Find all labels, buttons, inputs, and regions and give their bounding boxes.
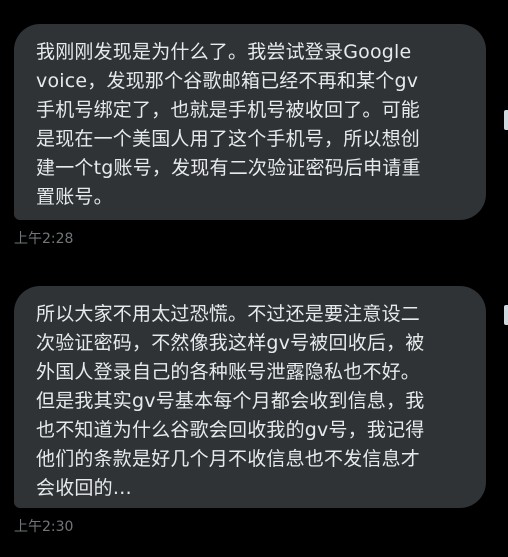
message-text-line: 但是我其实gv号基本每个月都会收到信息，我 <box>36 390 425 412</box>
conversation-view: 我刚刚发现是为什么了。我尝试登录Google voice，发现那个谷歌邮箱已经不… <box>0 0 508 557</box>
message-timestamp: 上午2:28 <box>14 231 74 247</box>
message-text-line: voice，发现那个谷歌邮箱已经不再和某个gv <box>36 70 419 92</box>
message-text-line: 我刚刚发现是为什么了。我尝试登录Google <box>36 41 412 63</box>
message-text-line: 会收回的… <box>36 477 133 499</box>
scroll-edge-indicator <box>504 305 508 325</box>
message-bubble[interactable]: 所以大家不用太过恐慌。不过还是要注意设二 次验证密码，不然像我这样gv号被回收后… <box>14 286 486 508</box>
message-text-line: 手机号绑定了，也就是手机号被收回了。可能 <box>36 99 421 121</box>
message-bubble[interactable]: 我刚刚发现是为什么了。我尝试登录Google voice，发现那个谷歌邮箱已经不… <box>14 24 486 220</box>
message-text-line: 也不知道为什么谷歌会回收我的gv号，我记得 <box>36 419 425 441</box>
message-timestamp: 上午2:30 <box>14 519 74 535</box>
scroll-edge-indicator <box>504 110 508 130</box>
message-text-line: 次验证密码，不然像我这样gv号被回收后，被 <box>36 332 425 354</box>
message-text-line: 外国人登录自己的各种账号泄露隐私也不好。 <box>36 361 421 383</box>
message-text-line: 建一个tg账号，发现有二次验证密码后申请重 <box>36 157 421 179</box>
message-text-line: 他们的条款是好几个月不收信息也不发信息才 <box>36 448 421 470</box>
message-text-line: 所以大家不用太过恐慌。不过还是要注意设二 <box>36 303 421 325</box>
message-text-line: 置账号。 <box>36 186 113 208</box>
message-text-line: 是现在一个美国人用了这个手机号，所以想创 <box>36 128 421 150</box>
